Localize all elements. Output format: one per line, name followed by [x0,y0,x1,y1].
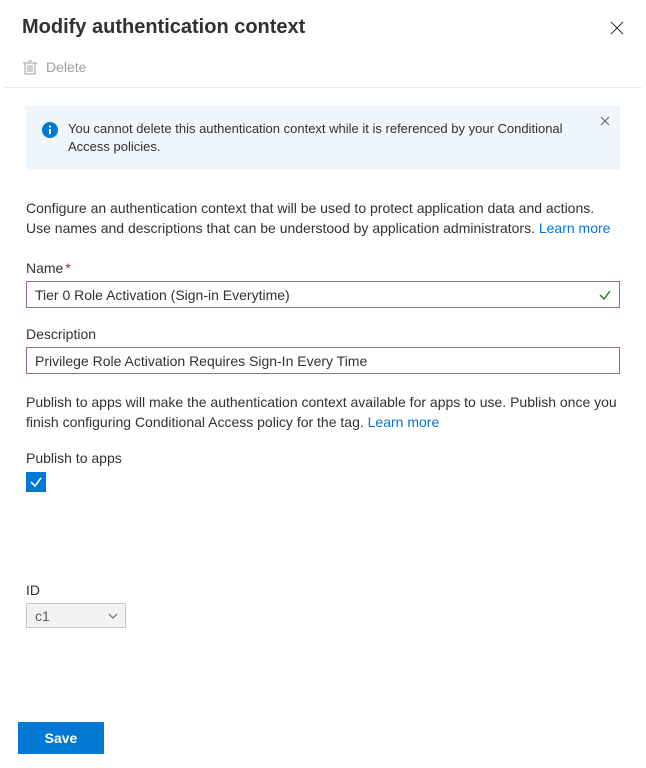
info-banner-text: You cannot delete this authentication co… [68,120,580,156]
publish-help-body: Publish to apps will make the authentica… [26,394,617,430]
close-icon[interactable] [610,21,624,35]
name-label: Name* [26,260,620,276]
trash-icon [22,59,38,75]
intro-learn-more-link[interactable]: Learn more [539,220,611,236]
info-banner: You cannot delete this authentication co… [26,106,620,170]
intro-text: Configure an authentication context that… [26,198,620,238]
description-label: Description [26,326,620,342]
content-scroll[interactable]: You cannot delete this authentication co… [0,88,646,676]
publish-learn-more-link[interactable]: Learn more [368,414,440,430]
publish-checkbox[interactable] [26,472,46,492]
id-value: c1 [35,608,50,624]
delete-button[interactable]: Delete [22,55,86,79]
delete-label: Delete [46,59,86,75]
id-label: ID [26,582,620,598]
info-banner-close-icon[interactable] [600,116,610,126]
save-button[interactable]: Save [18,722,104,754]
name-input[interactable] [26,281,620,308]
required-asterisk: * [65,260,70,276]
footer: Save [0,708,646,768]
publish-help-text: Publish to apps will make the authentica… [26,392,620,432]
id-dropdown: c1 [26,603,126,628]
chevron-down-icon [107,610,119,622]
intro-text-body: Configure an authentication context that… [26,200,594,236]
check-icon [598,288,612,302]
checkmark-icon [29,475,43,489]
info-icon [42,122,58,138]
description-input[interactable] [26,347,620,374]
publish-label: Publish to apps [26,450,620,466]
panel-title: Modify authentication context [22,16,305,39]
